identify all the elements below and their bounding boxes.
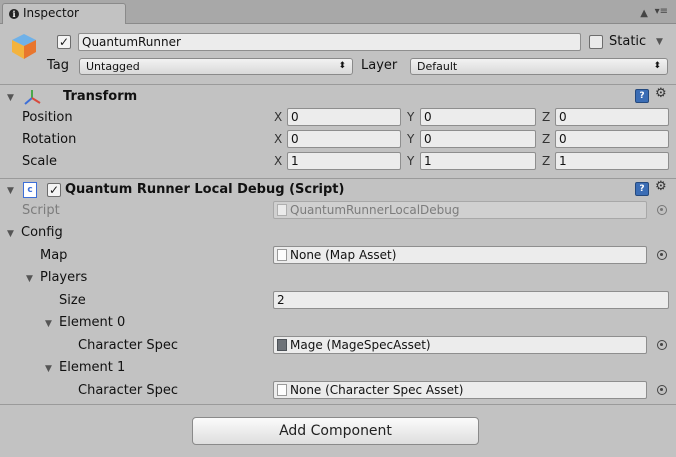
character-spec-asset-file-icon: [277, 384, 287, 396]
script-component-title[interactable]: Quantum Runner Local Debug (Script): [65, 182, 344, 197]
layer-value: Default: [417, 60, 458, 73]
rotation-x-input[interactable]: 0: [287, 130, 401, 148]
context-menu-icon[interactable]: ▾≡: [655, 6, 668, 17]
add-component-button[interactable]: Add Component: [192, 417, 479, 445]
element1-character-spec-label: Character Spec: [78, 383, 178, 398]
script-value: QuantumRunnerLocalDebug: [290, 203, 460, 217]
position-label: Position: [22, 110, 73, 125]
script-object-picker-icon: [657, 205, 667, 215]
rotation-y-axis-label[interactable]: Y: [407, 132, 414, 146]
map-object-field[interactable]: None (Map Asset): [273, 246, 647, 264]
static-checkbox[interactable]: [589, 35, 603, 49]
element0-object-picker-icon[interactable]: [657, 340, 667, 350]
transform-gear-icon[interactable]: ⚙: [655, 86, 667, 101]
element1-object-picker-icon[interactable]: [657, 385, 667, 395]
element1-label[interactable]: Element 1: [59, 360, 125, 375]
config-label[interactable]: Config: [21, 225, 63, 240]
script-fold-icon[interactable]: ▼: [7, 186, 14, 196]
element1-fold-icon[interactable]: ▼: [45, 364, 52, 374]
players-fold-icon[interactable]: ▼: [26, 274, 33, 284]
info-icon: i: [9, 9, 19, 19]
players-label[interactable]: Players: [40, 270, 87, 285]
map-label: Map: [40, 248, 68, 263]
tab-inspector-label: Inspector: [23, 6, 79, 20]
position-x-input[interactable]: 0: [287, 108, 401, 126]
rotation-label: Rotation: [22, 132, 77, 147]
static-label: Static: [609, 34, 647, 49]
inspector-tab-bar: i Inspector ▲ ▾≡: [0, 0, 676, 24]
map-object-picker-icon[interactable]: [657, 250, 667, 260]
header-separator: [0, 84, 676, 85]
tag-dropdown[interactable]: Untagged ⬍: [79, 58, 353, 75]
config-fold-icon[interactable]: ▼: [7, 229, 14, 239]
element1-character-spec-value: None (Character Spec Asset): [290, 383, 464, 397]
tag-label: Tag: [47, 58, 70, 73]
transform-title[interactable]: Transform: [63, 89, 137, 104]
scale-z-input[interactable]: 1: [555, 152, 669, 170]
script-file-icon: [277, 204, 287, 216]
object-name-input[interactable]: QuantumRunner: [78, 33, 581, 51]
element0-fold-icon[interactable]: ▼: [45, 319, 52, 329]
map-asset-file-icon: [277, 249, 287, 261]
scale-y-axis-label[interactable]: Y: [407, 154, 414, 168]
element0-label[interactable]: Element 0: [59, 315, 125, 330]
tag-dropdown-arrow-icon: ⬍: [338, 61, 346, 71]
transform-axes-icon: [22, 88, 42, 106]
script-gear-icon[interactable]: ⚙: [655, 179, 667, 194]
layer-dropdown[interactable]: Default ⬍: [410, 58, 668, 75]
layer-dropdown-arrow-icon: ⬍: [653, 61, 661, 71]
position-z-input[interactable]: 0: [555, 108, 669, 126]
script-separator: [0, 404, 676, 405]
script-help-icon[interactable]: ?: [635, 182, 649, 196]
lock-icon[interactable]: ▲: [640, 8, 648, 19]
size-label: Size: [59, 293, 86, 308]
gameobject-icon: [10, 32, 38, 60]
scale-x-axis-label[interactable]: X: [274, 154, 282, 168]
position-y-axis-label[interactable]: Y: [407, 110, 414, 124]
position-x-axis-label[interactable]: X: [274, 110, 282, 124]
tag-value: Untagged: [86, 60, 140, 73]
scale-z-axis-label[interactable]: Z: [542, 154, 550, 168]
scale-label: Scale: [22, 154, 57, 169]
tab-inspector[interactable]: i Inspector: [2, 3, 126, 24]
element1-character-spec-field[interactable]: None (Character Spec Asset): [273, 381, 647, 399]
scale-y-input[interactable]: 1: [420, 152, 536, 170]
transform-help-icon[interactable]: ?: [635, 89, 649, 103]
rotation-z-input[interactable]: 0: [555, 130, 669, 148]
scale-x-input[interactable]: 1: [287, 152, 401, 170]
transform-separator: [0, 178, 676, 179]
script-object-field: QuantumRunnerLocalDebug: [273, 201, 647, 219]
position-y-input[interactable]: 0: [420, 108, 536, 126]
map-value: None (Map Asset): [290, 248, 397, 262]
layer-label: Layer: [361, 58, 398, 73]
script-label: Script: [22, 203, 60, 218]
mage-asset-icon: [277, 339, 287, 351]
size-input[interactable]: 2: [273, 291, 669, 309]
active-checkbox[interactable]: ✓: [57, 35, 71, 49]
static-dropdown-icon[interactable]: ▼: [656, 37, 663, 47]
csharp-script-icon: c: [23, 182, 37, 198]
rotation-x-axis-label[interactable]: X: [274, 132, 282, 146]
rotation-z-axis-label[interactable]: Z: [542, 132, 550, 146]
script-enabled-checkbox[interactable]: ✓: [47, 183, 61, 197]
transform-fold-icon[interactable]: ▼: [7, 93, 14, 103]
element0-character-spec-label: Character Spec: [78, 338, 178, 353]
position-z-axis-label[interactable]: Z: [542, 110, 550, 124]
element0-character-spec-value: Mage (MageSpecAsset): [290, 338, 431, 352]
element0-character-spec-field[interactable]: Mage (MageSpecAsset): [273, 336, 647, 354]
rotation-y-input[interactable]: 0: [420, 130, 536, 148]
